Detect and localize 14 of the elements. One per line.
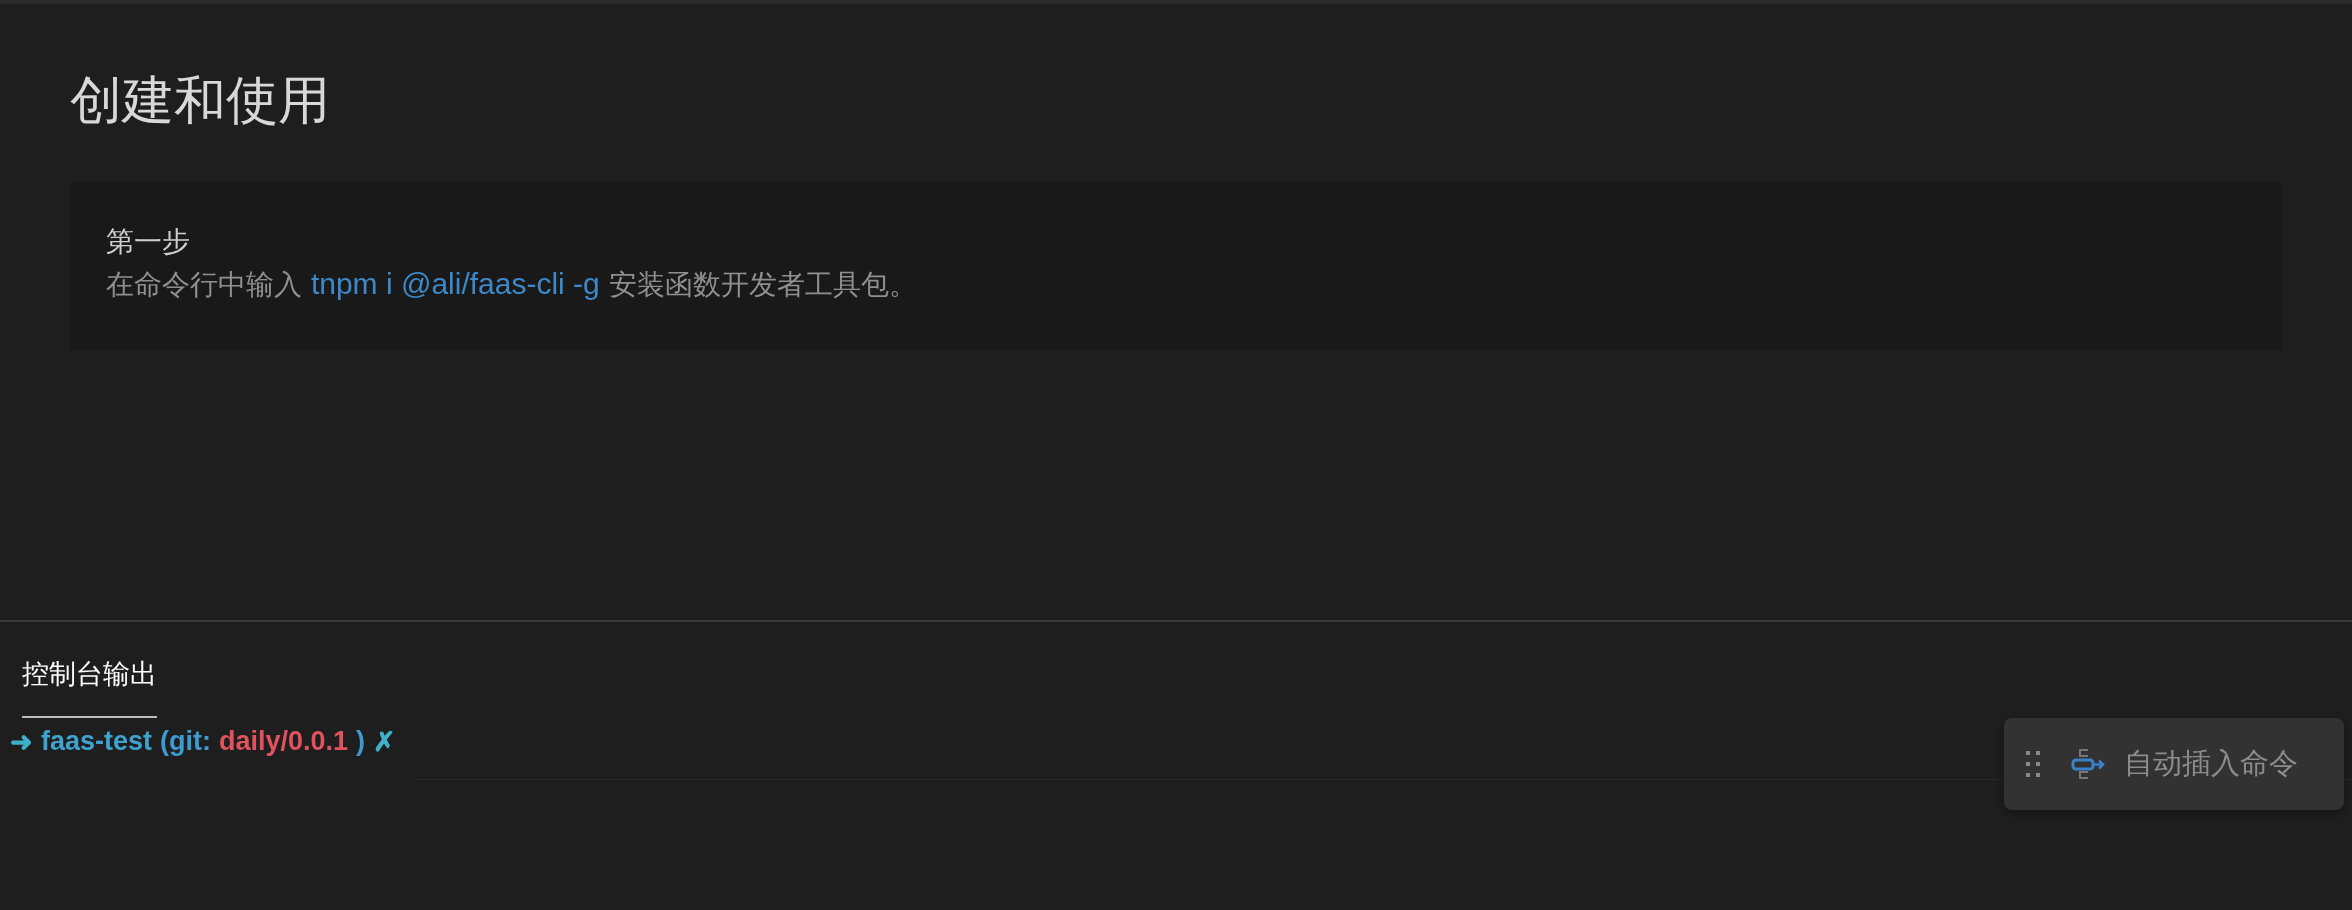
- prompt-text: (git:: [160, 726, 211, 758]
- command-link[interactable]: tnpm i @ali/faas-cli -g: [310, 267, 600, 300]
- prompt-text: daily/0.0.1: [219, 726, 349, 758]
- insert-command-button[interactable]: 自动插入命令: [2004, 718, 2344, 810]
- step-label: 第一步: [106, 224, 191, 260]
- insert-icon: [2070, 747, 2106, 781]
- prompt-text: ➜: [10, 726, 33, 758]
- prompt-text: faas-test: [41, 726, 153, 758]
- page-title: 创建和使用: [70, 69, 331, 132]
- prompt-text: ✗: [373, 726, 397, 758]
- console-tab[interactable]: 控制台输出: [22, 656, 157, 718]
- drag-handle-icon[interactable]: [2026, 749, 2040, 779]
- step-description: 在命令行中输入 tnpm i @ali/faas-cli -g 安装函数开发者工具包。: [106, 266, 918, 303]
- prompt-text: ): [356, 726, 366, 758]
